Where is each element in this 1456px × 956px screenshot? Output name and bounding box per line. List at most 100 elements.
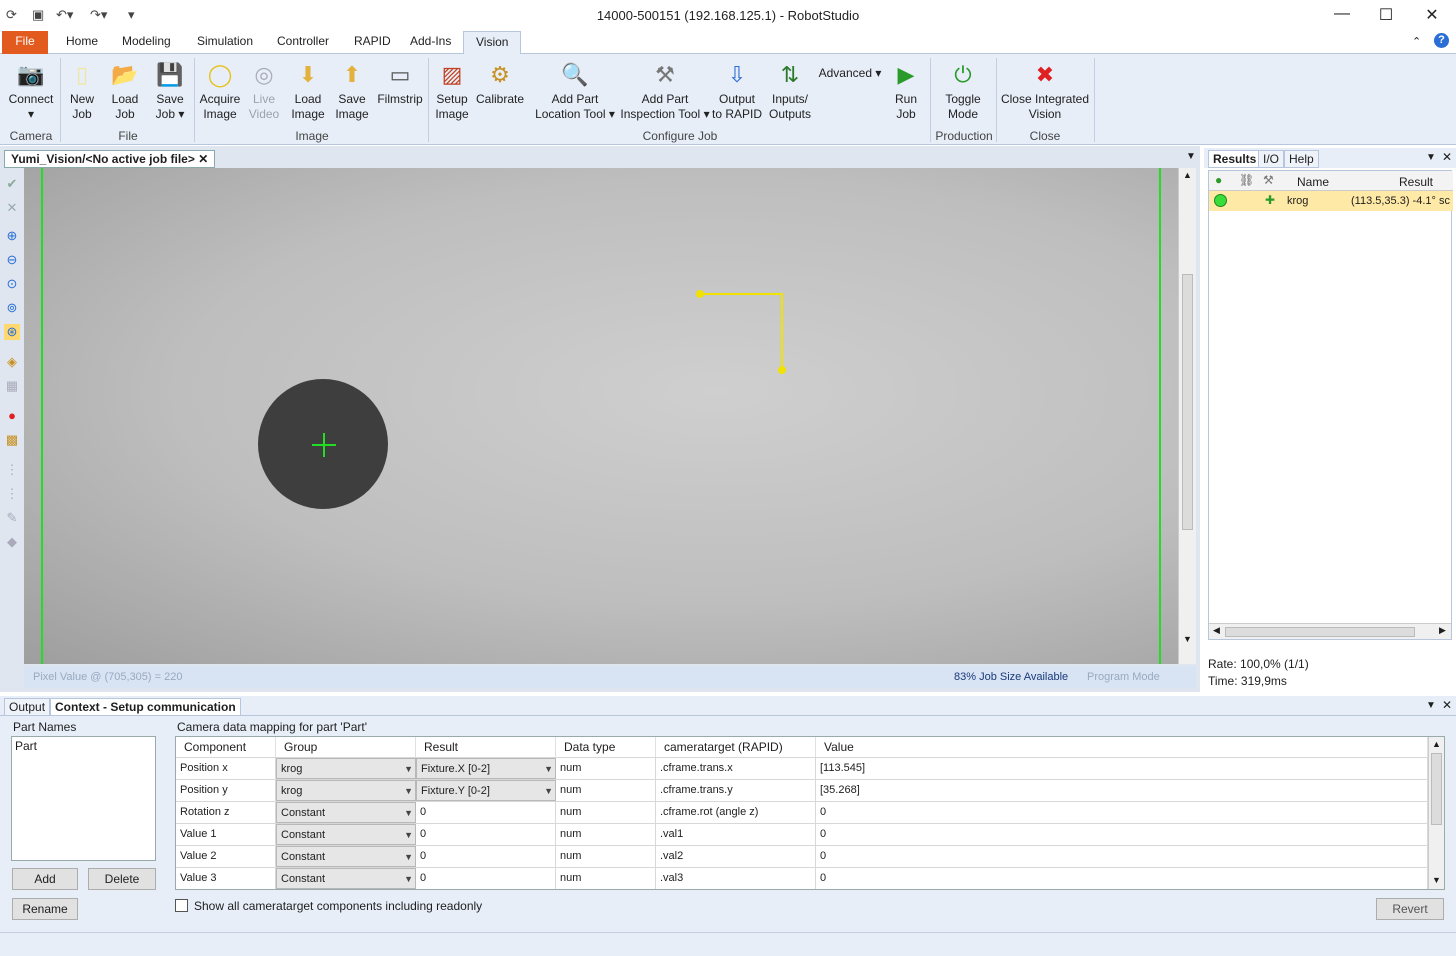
close-panel-icon[interactable]: ✕ <box>1442 698 1452 712</box>
connect-button[interactable]: 📷 Connect ▾ <box>6 60 56 122</box>
table-row[interactable]: Position x krog ▼ Fixture.X [0-2] ▼ num .c… <box>176 757 1428 779</box>
tab-home[interactable]: Home <box>54 31 110 54</box>
add-part-inspection-tool-button[interactable]: ⚒ Add Part Inspection Tool ▾ <box>620 60 710 122</box>
part-names-list[interactable]: Part <box>11 736 156 861</box>
zoom-out-icon[interactable]: ⊖ <box>4 252 20 268</box>
help-icon[interactable]: ? <box>1434 33 1449 48</box>
tab-context-setup-communication[interactable]: Context - Setup communication <box>50 698 241 716</box>
maximize-button[interactable]: ☐ <box>1366 5 1406 25</box>
acquire-image-button[interactable]: ◯ Acquire Image <box>198 60 242 122</box>
result-input[interactable]: 0 <box>416 846 556 867</box>
camera-image[interactable] <box>24 168 1178 664</box>
tab-io[interactable]: I/O <box>1258 150 1285 168</box>
column-name: Name <box>1297 175 1330 189</box>
group-select[interactable]: krog ▼ <box>276 758 416 779</box>
graphics-icon[interactable]: ▦ <box>4 378 20 394</box>
filmstrip-button[interactable]: ▭ Filmstrip <box>376 60 424 107</box>
zoom-fit-icon[interactable]: ⊚ <box>4 300 20 316</box>
result-row[interactable]: ✚ krog (113.5,35.3) -4.1° sc <box>1209 191 1453 211</box>
edit-icon[interactable]: ✎ <box>4 510 20 526</box>
chevron-down-icon: ▼ <box>404 808 413 818</box>
overlay-icon[interactable]: ◈ <box>4 354 20 370</box>
document-tab[interactable]: Yumi_Vision/<No active job file> ✕ <box>4 150 216 168</box>
tool-column-icon: ⚒ <box>1263 173 1274 187</box>
table-row[interactable]: Value 3 Constant ▼ 0 num .val3 0 <box>176 867 1428 889</box>
rename-button[interactable]: Rename <box>12 898 78 920</box>
result-input[interactable]: 0 <box>416 802 556 823</box>
inputs-outputs-button[interactable]: ⇅ Inputs/Outputs <box>766 60 814 122</box>
camera-settings-icon[interactable]: ▩ <box>4 432 20 448</box>
column-header: Data type <box>556 737 656 757</box>
add-part-location-tool-button[interactable]: 🔍 Add Part Location Tool ▾ <box>534 60 616 122</box>
grid-icon[interactable]: ⋮ <box>4 462 20 478</box>
group-select[interactable]: Constant ▼ <box>276 868 416 889</box>
panel-menu-icon[interactable]: ▼ <box>1426 152 1436 163</box>
tab-controller[interactable]: Controller <box>265 31 341 54</box>
list-item[interactable]: Part <box>12 737 155 755</box>
tab-results[interactable]: Results <box>1208 150 1262 168</box>
result-input[interactable]: 0 <box>416 868 556 889</box>
chevron-down-icon: ▼ <box>544 764 553 774</box>
grid-scrollbar[interactable]: ▲ ▼ <box>1428 737 1444 889</box>
part-names-label: Part Names <box>13 720 77 734</box>
record-icon[interactable]: ● <box>4 408 20 424</box>
calibrate-button[interactable]: ⚙ Calibrate <box>476 60 524 107</box>
tab-simulation[interactable]: Simulation <box>185 31 265 54</box>
group-select[interactable]: krog ▼ <box>276 780 416 801</box>
tab-vision[interactable]: Vision <box>463 31 522 55</box>
tab-menu-icon[interactable]: ▼ <box>1186 151 1196 162</box>
setup-image-button[interactable]: ▨ Setup Image <box>432 60 472 122</box>
result-select[interactable]: Fixture.X [0-2] ▼ <box>416 758 556 779</box>
group-select[interactable]: Constant ▼ <box>276 846 416 867</box>
table-row[interactable]: Value 2 Constant ▼ 0 num .val2 0 <box>176 845 1428 867</box>
result-input[interactable]: 0 <box>416 824 556 845</box>
revert-button[interactable]: Revert <box>1376 898 1444 920</box>
camera-connect-icon: 📷 <box>17 62 45 87</box>
table-row[interactable]: Position y krog ▼ Fixture.Y [0-2] ▼ num .c… <box>176 779 1428 801</box>
show-all-checkbox[interactable] <box>175 899 188 912</box>
close-tab-icon[interactable]: ✕ <box>198 152 208 166</box>
link-column-icon: ⛓ <box>1239 173 1255 187</box>
minimize-button[interactable]: — <box>1322 5 1362 23</box>
group-select[interactable]: Constant ▼ <box>276 824 416 845</box>
close-window-button[interactable]: ✕ <box>1412 5 1452 25</box>
tab-file[interactable]: File <box>2 31 48 54</box>
output-to-rapid-button[interactable]: ⇩ Output to RAPID <box>712 60 762 122</box>
live-video-icon: ◎ <box>254 62 274 87</box>
table-row[interactable]: Rotation z Constant ▼ 0 num .cframe.rot (… <box>176 801 1428 823</box>
zoom-actual-icon[interactable]: ⊙ <box>4 276 20 292</box>
panel-menu-icon[interactable]: ▼ <box>1426 700 1436 711</box>
result-name: krog <box>1287 195 1309 207</box>
group-select[interactable]: Constant ▼ <box>276 802 416 823</box>
results-hscrollbar[interactable]: ◀ ▶ <box>1209 623 1451 639</box>
tab-help[interactable]: Help <box>1284 150 1319 168</box>
mapping-label: Camera data mapping for part 'Part' <box>177 720 368 734</box>
save-image-button[interactable]: ⬆ Save Image <box>332 60 372 122</box>
tab-add-ins[interactable]: Add-Ins <box>398 31 463 54</box>
close-panel-icon[interactable]: ✕ <box>1442 150 1452 164</box>
zoom-fill-icon[interactable]: ⊛ <box>4 324 20 340</box>
zoom-in-icon[interactable]: ⊕ <box>4 228 20 244</box>
result-select[interactable]: Fixture.Y [0-2] ▼ <box>416 780 556 801</box>
tab-modeling[interactable]: Modeling <box>110 31 183 54</box>
advanced-dropdown[interactable]: Advanced ▾ <box>818 66 882 81</box>
grid-alt-icon[interactable]: ⋮ <box>4 486 20 502</box>
live-video-button[interactable]: ◎ Live Video <box>246 60 282 122</box>
tab-output[interactable]: Output <box>4 698 51 716</box>
results-tabs: Results I/O Help ▼ ✕ <box>1204 148 1456 168</box>
table-row[interactable]: Value 1 Constant ▼ 0 num .val1 0 <box>176 823 1428 845</box>
load-job-button[interactable]: 📂 Load Job <box>106 60 144 122</box>
load-image-button[interactable]: ⬇ Load Image <box>288 60 328 122</box>
tab-rapid[interactable]: RAPID <box>342 31 403 54</box>
image-scrollbar[interactable]: ▲ ▼ <box>1178 168 1196 664</box>
save-job-button[interactable]: 💾 Save Job ▾ <box>150 60 190 122</box>
close-integrated-vision-button[interactable]: ✖ Close Integrated Vision <box>1000 60 1090 122</box>
new-job-button[interactable]: ▯ New Job <box>64 60 100 122</box>
diamond-icon[interactable]: ◆ <box>4 534 20 550</box>
toggle-mode-button[interactable]: ⏻ Toggle Mode <box>936 60 990 122</box>
run-job-button[interactable]: ▶ Run Job <box>886 60 926 122</box>
image-status-bar: Pixel Value @ (705,305) = 220 83% Job Si… <box>24 666 1196 688</box>
delete-button[interactable]: Delete <box>88 868 156 890</box>
add-button[interactable]: Add <box>12 868 78 890</box>
collapse-ribbon-icon[interactable]: ⌃ <box>1412 35 1421 48</box>
